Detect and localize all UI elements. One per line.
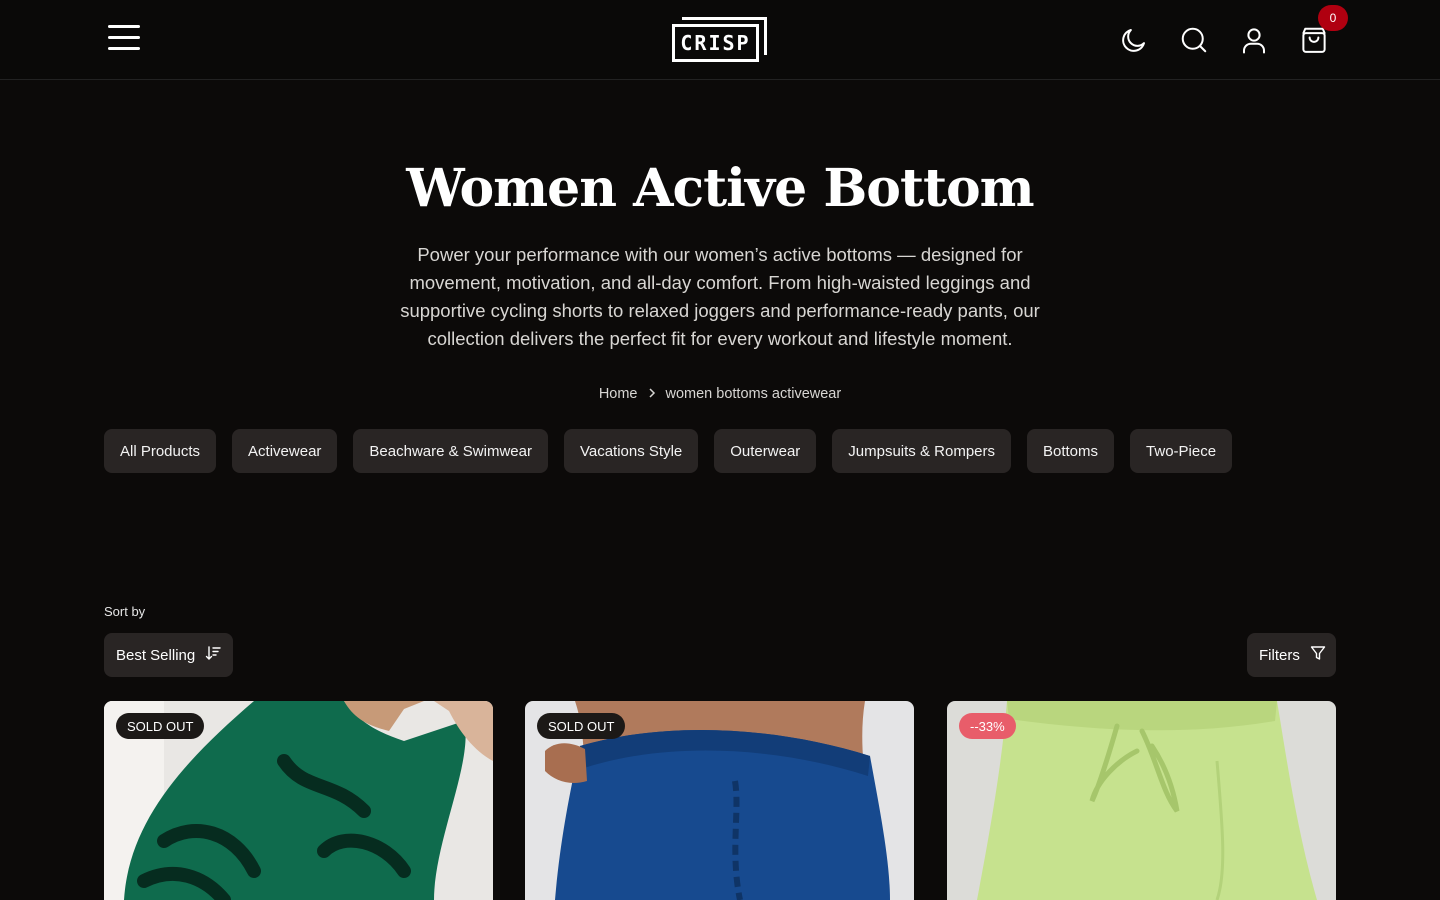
- user-icon[interactable]: [1239, 25, 1269, 55]
- logo[interactable]: CRISP: [672, 17, 768, 63]
- logo-text: CRISP: [680, 31, 751, 55]
- chevron-right-icon: [646, 386, 658, 402]
- category-chips: All Products Activewear Beachware & Swim…: [104, 429, 1233, 473]
- category-chip-bottoms[interactable]: Bottoms: [1027, 429, 1115, 473]
- product-card[interactable]: SOLD OUT: [525, 701, 914, 900]
- breadcrumb: Home women bottoms activewear: [0, 386, 1440, 402]
- discount-badge: --33%: [959, 713, 1016, 739]
- category-chip-jumpsuits-rompers[interactable]: Jumpsuits & Rompers: [832, 429, 1011, 473]
- category-chip-all-products[interactable]: All Products: [104, 429, 217, 473]
- category-chip-activewear[interactable]: Activewear: [232, 429, 338, 473]
- filter-funnel-icon: [1310, 645, 1326, 665]
- category-chip-vacations-style[interactable]: Vacations Style: [563, 429, 699, 473]
- cart-count-badge: 0: [1318, 5, 1348, 31]
- filters-button[interactable]: Filters: [1247, 633, 1336, 677]
- collection-description: Power your performance with our women’s …: [400, 244, 1040, 349]
- site-header: CRISP 0: [0, 0, 1440, 80]
- page-title: Women Active Bottom: [406, 158, 1034, 219]
- filters-label: Filters: [1259, 646, 1300, 664]
- menu-icon[interactable]: [108, 25, 140, 55]
- logo-frame-front: CRISP: [672, 24, 759, 62]
- breadcrumb-home-link[interactable]: Home: [599, 386, 638, 402]
- sort-value: Best Selling: [116, 646, 196, 664]
- sort-descending-icon: [205, 645, 221, 665]
- category-chip-beachwear-swimwear[interactable]: Beachware & Swimwear: [353, 429, 548, 473]
- category-chip-outerwear[interactable]: Outerwear: [714, 429, 817, 473]
- product-card[interactable]: --33%: [947, 701, 1336, 900]
- moon-icon[interactable]: [1119, 25, 1149, 55]
- sort-by-label: Sort by: [104, 604, 146, 619]
- category-chip-two-piece[interactable]: Two-Piece: [1130, 429, 1233, 473]
- search-icon[interactable]: [1179, 25, 1209, 55]
- sort-select[interactable]: Best Selling: [104, 633, 234, 677]
- sold-out-badge: SOLD OUT: [116, 713, 205, 739]
- breadcrumb-current: women bottoms activewear: [665, 386, 842, 402]
- sold-out-badge: SOLD OUT: [537, 713, 626, 739]
- product-card[interactable]: SOLD OUT: [104, 701, 493, 900]
